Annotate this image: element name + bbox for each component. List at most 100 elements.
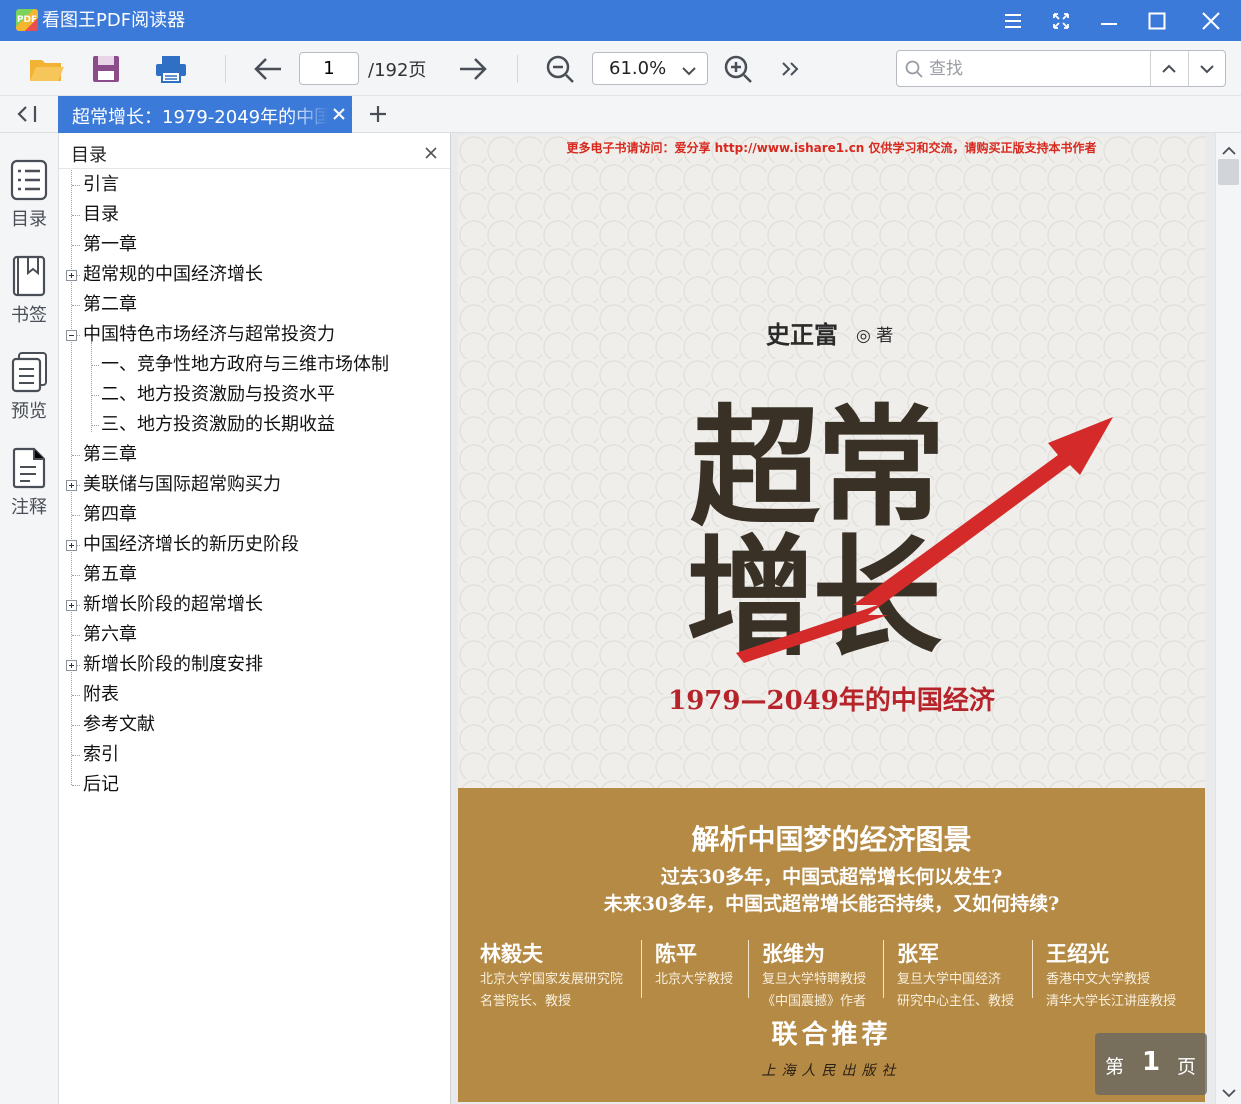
recommender: 王绍光 香港中文大学教授 清华大学长江讲座教授 (1046, 938, 1176, 1012)
expand-icon[interactable] (66, 270, 77, 281)
outline-item[interactable]: 一、竞争性地方政府与三维市场体制 (101, 350, 389, 380)
outline-item[interactable]: 参考文献 (83, 710, 155, 740)
outline-item[interactable]: 第一章 (83, 230, 137, 260)
rail-item-label: 注释 (11, 497, 47, 518)
tree-branch-line (91, 365, 99, 366)
outline-item[interactable]: 第四章 (83, 500, 137, 530)
side-rail: 目录 书签 预览 注释 (0, 133, 59, 1104)
maximize-button[interactable] (1142, 6, 1172, 36)
rail-item-annotations[interactable]: 注释 (0, 447, 58, 527)
outline-item[interactable]: 三、地方投资激励的长期收益 (101, 410, 335, 440)
document-tab[interactable]: 超常增长：1979-2049年的中国经济 (58, 96, 352, 133)
close-button[interactable] (1196, 6, 1226, 36)
recommender-divider (748, 940, 749, 998)
outline-item[interactable]: 二、地方投资激励与投资水平 (101, 380, 335, 410)
outline-item[interactable]: 第六章 (83, 620, 137, 650)
recommender: 林毅夫 北京大学国家发展研究院 名誉院长、教授 (480, 938, 623, 1012)
rail-item-label: 书签 (11, 305, 47, 326)
collapse-sidebar-icon[interactable] (14, 104, 40, 128)
rail-item-label: 目录 (11, 209, 47, 230)
band-heading: 解析中国梦的经济图景 (691, 823, 972, 856)
search-input[interactable] (929, 57, 1139, 81)
outline-item[interactable]: 引言 (83, 170, 119, 200)
outline-item[interactable]: 中国特色市场经济与超常投资力 (83, 320, 335, 350)
zoom-in-icon[interactable] (720, 51, 756, 87)
vertical-scrollbar[interactable] (1215, 133, 1241, 1104)
outline-item[interactable]: 目录 (83, 200, 119, 230)
rail-item-label: 预览 (11, 401, 47, 422)
search-next-button[interactable] (1188, 51, 1225, 86)
bookmark-icon (12, 255, 46, 297)
recommender-name: 林毅夫 (480, 941, 543, 966)
outline-item[interactable]: 后记 (83, 770, 119, 800)
app-title: 看图王PDF阅读器 (42, 10, 186, 31)
fullscreen-icon[interactable] (1046, 6, 1076, 36)
outline-item[interactable]: 附表 (83, 680, 119, 710)
tree-branch-line (72, 215, 80, 216)
rail-item-contents[interactable]: 目录 (0, 159, 58, 239)
close-tab-icon[interactable] (332, 106, 346, 125)
search-icon (905, 60, 923, 82)
tree-guide-line (71, 170, 72, 785)
tree-branch-line (72, 245, 80, 246)
recommender-name: 张维为 (762, 941, 825, 966)
outline-item[interactable]: 新增长阶段的制度安排 (83, 650, 263, 680)
expand-icon[interactable] (66, 660, 77, 671)
toolbar-divider (225, 55, 226, 83)
outline-panel: 目录 引言 目录 第一章 超常规的中国经济增长 第二章 中国特色市场经济与超常投资力 一、竞… (59, 133, 451, 1104)
zoom-select[interactable]: 61.0% (592, 52, 708, 85)
outline-item[interactable]: 新增长阶段的超常增长 (83, 590, 263, 620)
recommender-desc: 清华大学长江讲座教授 (1046, 994, 1177, 1009)
previous-page-icon[interactable] (250, 51, 286, 87)
add-tab-icon[interactable] (368, 104, 388, 128)
outline-item[interactable]: 第二章 (83, 290, 137, 320)
recommender-name: 陈平 (655, 941, 697, 966)
recommender-desc: 《中国震撼》作者 (762, 994, 867, 1009)
collapse-icon[interactable] (66, 330, 77, 341)
chevron-down-icon (681, 62, 697, 81)
band-line: 未来30多年，中国式超常增长能否持续，又如何持续? (603, 893, 1060, 915)
recommender-divider (883, 940, 884, 998)
recommender: 陈平 北京大学教授 (655, 938, 733, 992)
outline-item[interactable]: 中国经济增长的新历史阶段 (83, 530, 299, 560)
tree-guide-line (91, 342, 92, 432)
page-total: /192页 (368, 60, 427, 81)
recommender-desc: 名誉院长、教授 (480, 994, 572, 1009)
recommender-desc: 复旦大学特聘教授 (762, 972, 867, 987)
tree-branch-line (72, 695, 80, 696)
more-tools-icon[interactable] (772, 51, 808, 87)
menu-icon[interactable] (998, 6, 1028, 36)
search-previous-button[interactable] (1150, 51, 1187, 86)
recommender-desc: 北京大学国家发展研究院 (480, 972, 624, 987)
scroll-down-icon[interactable] (1222, 1083, 1236, 1102)
page-indicator-badge: 第 1 页 (1095, 1033, 1207, 1095)
band-line: 过去30多年，中国式超常增长何以发生? (660, 866, 1003, 888)
scroll-up-icon[interactable] (1222, 141, 1236, 160)
open-folder-icon[interactable] (28, 51, 64, 87)
recommender: 张维为 复旦大学特聘教授 《中国震撼》作者 (762, 938, 866, 1012)
expand-icon[interactable] (66, 600, 77, 611)
rail-item-bookmarks[interactable]: 书签 (0, 255, 58, 335)
close-outline-icon[interactable] (425, 144, 437, 163)
tree-branch-line (72, 785, 80, 786)
outline-item[interactable]: 第五章 (83, 560, 137, 590)
tree-branch-line (72, 755, 80, 756)
minimize-button[interactable] (1094, 6, 1124, 36)
expand-icon[interactable] (66, 480, 77, 491)
outline-item[interactable]: 索引 (83, 740, 119, 770)
page-number-input[interactable] (299, 52, 359, 85)
recommender-desc: 复旦大学中国经济 (897, 972, 1002, 987)
next-page-icon[interactable] (455, 51, 491, 87)
print-icon[interactable] (153, 51, 189, 87)
scrollbar-thumb[interactable] (1218, 159, 1239, 185)
outline-item[interactable]: 超常规的中国经济增长 (83, 260, 263, 290)
outline-item[interactable]: 第三章 (83, 440, 137, 470)
zoom-out-icon[interactable] (542, 51, 578, 87)
tree-branch-line (72, 305, 80, 306)
outline-item[interactable]: 美联储与国际超常购买力 (83, 470, 281, 500)
expand-icon[interactable] (66, 540, 77, 551)
save-icon[interactable] (88, 51, 124, 87)
rail-item-preview[interactable]: 预览 (0, 351, 58, 431)
recommender-name: 张军 (897, 941, 939, 966)
document-viewer[interactable]: 更多电子书请访问：爱分享 http://www.ishare1.cn 仅供学习和… (451, 133, 1241, 1104)
